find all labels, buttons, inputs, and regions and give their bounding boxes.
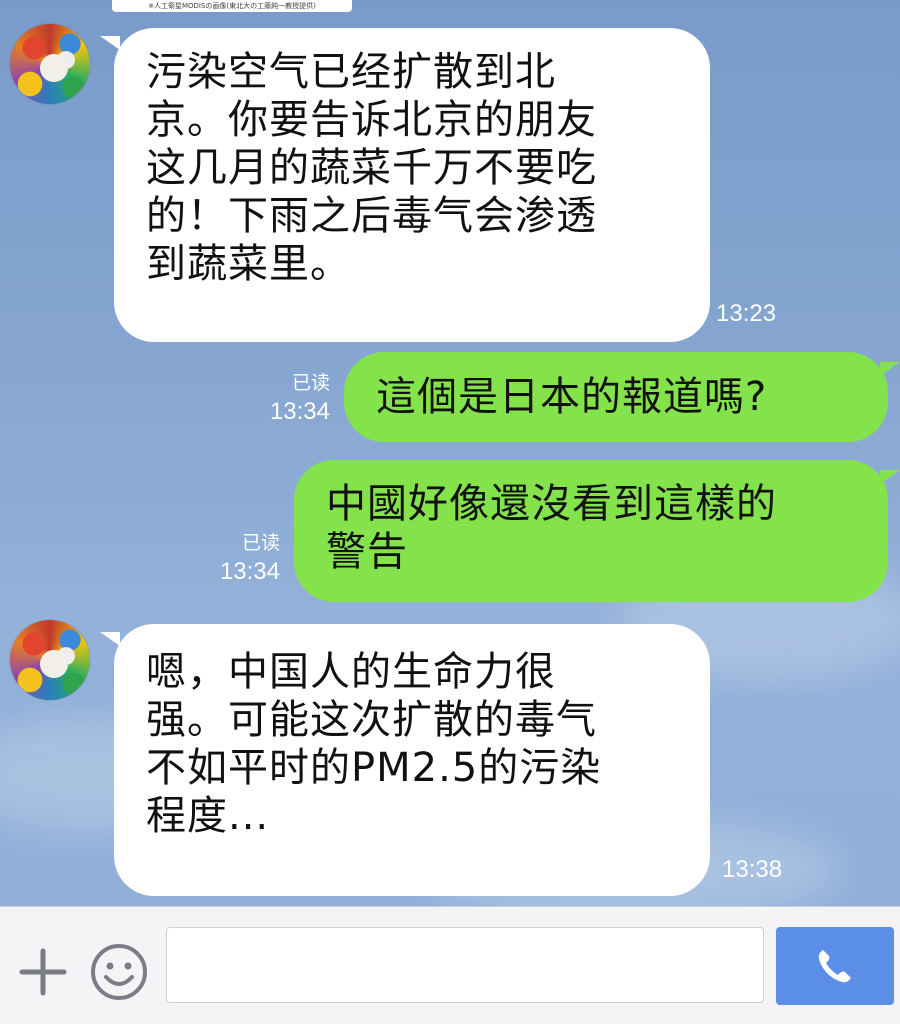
message-timestamp: 13:23	[716, 300, 777, 327]
plus-icon[interactable]	[18, 947, 68, 997]
phone-icon	[818, 950, 851, 983]
contact-avatar[interactable]	[10, 24, 90, 104]
read-receipt: 已读	[291, 372, 330, 394]
bubble-tail	[100, 36, 120, 50]
message-timestamp: 13:38	[722, 856, 783, 883]
bubble-tail	[880, 470, 900, 484]
outgoing-message-bubble[interactable]: 中國好像還沒看到這樣的 警告	[294, 460, 888, 602]
incoming-message-bubble[interactable]: 嗯，中国人的生命力很 强。可能这次扩散的毒气 不如平时的PM2.5的污染 程度.…	[114, 624, 710, 896]
message-input-bar	[0, 906, 900, 1024]
bubble-tail	[880, 362, 900, 376]
smiley-icon[interactable]	[90, 943, 148, 1001]
message-timestamp: 13:34	[219, 558, 280, 585]
outgoing-message-bubble[interactable]: 這個是日本的報道嗎?	[344, 352, 888, 442]
bubble-tail	[100, 632, 120, 646]
contact-avatar[interactable]	[10, 620, 90, 700]
message-input[interactable]	[166, 927, 764, 1003]
call-button[interactable]	[776, 927, 894, 1005]
message-timestamp: 13:34	[269, 398, 330, 425]
previous-image-caption[interactable]: ※人工衛星MODISの画像(東北大の工藤純一教授提供)	[112, 0, 352, 12]
incoming-message-bubble[interactable]: 污染空气已经扩散到北 京。你要告诉北京的朋友 这几月的蔬菜千万不要吃 的！下雨之…	[114, 28, 710, 342]
read-receipt: 已读	[241, 532, 280, 554]
